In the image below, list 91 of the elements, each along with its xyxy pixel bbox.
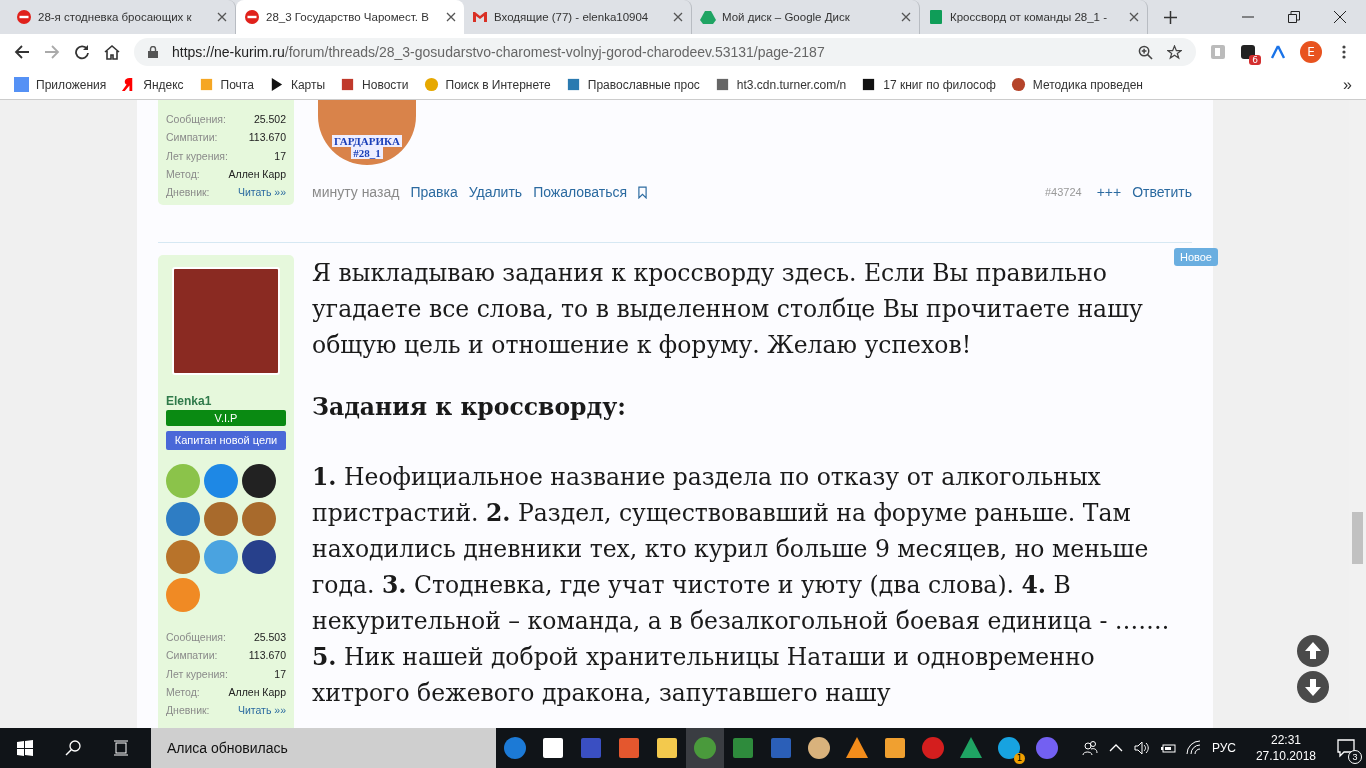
new-tab-icon[interactable] (1164, 11, 1177, 24)
bookmark[interactable]: Православные прос (565, 77, 700, 92)
tab-title: 28_3 Государство Чаромест. В (266, 11, 430, 23)
stat-value: Аллен Карр (228, 684, 286, 700)
tab-title: Входящие (77) - elenka10904 (494, 11, 650, 23)
post-action-link[interactable]: Удалить (468, 184, 523, 200)
bookmark[interactable]: Методика проведен (1010, 77, 1143, 92)
stat-value: 25.503 (253, 630, 286, 645)
stat-label: Лет курения: (166, 148, 228, 164)
wifi-icon[interactable] (1185, 740, 1202, 756)
stat-label: Сообщения: (166, 630, 226, 645)
bookmark[interactable]: Почта (198, 77, 254, 92)
no-entry-icon (16, 9, 32, 25)
username[interactable]: Elenka1 (166, 394, 286, 408)
logo-text: #28_1 (351, 147, 383, 159)
more-bookmarks-button[interactable]: » (1343, 75, 1352, 94)
post-action-link[interactable]: Правка (410, 184, 458, 200)
new-badge: Новое (1173, 248, 1218, 266)
stat-label: Лет курения: (166, 666, 228, 682)
search-field[interactable]: Алиса обновилась (151, 728, 496, 768)
windows-start-icon[interactable] (17, 740, 33, 756)
post-time: минуту назад (312, 184, 400, 200)
stat-value: 113.670 (248, 130, 286, 146)
stat-label: Симпатии: (166, 648, 218, 664)
stat-label: Метод: (166, 166, 200, 182)
post-number: #43724 (1044, 186, 1082, 198)
post-action-link[interactable]: Пожаловаться (533, 184, 628, 200)
post-heading: Задания к кроссворду: (312, 392, 627, 423)
close-icon[interactable] (1129, 12, 1139, 22)
post-paragraph: 1. Неофициальное название раздела по отказу от алкогольных пристрастий. 2. Раздел, существовавший на форуме раньше. Там находились дневники тех, кто курил больше 9 месяцев, но меньше года. 3. Стодневка, где учат чистоте и уюту (два слова). 4. В некурительной – команда, а в безалкогольной боевая единица - ……. 5. Ник нашей доброй хранительницы Наташи и одновременно хитрого бежевого дракона, запутавшего нашу (312, 462, 1171, 709)
post-paragraph: Я выкладываю задания к кроссворду здесь. Если Вы правильно угадаете все слова, то в выделенном столбце Вы прочитаете нашу общую цель и отношение к форуму. Желаю успехов! (312, 258, 1144, 361)
stat-value: 113.670 (248, 648, 286, 664)
stat-value: 17 (274, 666, 286, 682)
browser-tab[interactable]: 28_3 Государство Чаромест. В (236, 0, 464, 34)
award-icon[interactable] (242, 464, 276, 498)
tab-title: Кроссворд от команды 28_1 - (950, 11, 1108, 23)
tab-title: Мой диск – Google Диск (722, 11, 851, 23)
notification-count: 3 (1348, 750, 1362, 764)
bookmark[interactable]: 17 книг по философ (861, 77, 996, 92)
award-icon[interactable] (242, 540, 276, 574)
diary-link[interactable]: Читать »» (237, 701, 286, 720)
bookmark[interactable]: Поиск в Интернете (423, 77, 551, 92)
close-icon[interactable] (217, 12, 227, 22)
home-icon[interactable] (104, 44, 120, 60)
restore-icon[interactable] (1288, 11, 1300, 23)
notification-badge: 1 (1014, 753, 1025, 764)
bookmark[interactable]: ht3.cdn.turner.com/n (714, 77, 847, 92)
tab-title: 28-я стодневка бросающих к (38, 11, 193, 23)
close-icon[interactable] (673, 12, 683, 22)
rank-label: V.I.P (166, 410, 286, 426)
bookmark[interactable]: Новости (340, 77, 409, 92)
lock-icon (148, 46, 158, 58)
logo-text: ГАРДАРИКА (332, 135, 402, 147)
plus-link[interactable]: +++ (1096, 184, 1122, 200)
bookmark-icon[interactable] (638, 185, 648, 199)
bookmark[interactable]: Карты (268, 77, 326, 92)
stat-label: Метод: (166, 684, 200, 700)
address-bar[interactable]: https://ne-kurim.ru/forum/threads/28_3-gosudarstvo-charomest-volnyj-gorod-charodeev.53131/page-2187 (134, 38, 1196, 66)
no-entry-icon (244, 9, 260, 25)
close-icon[interactable] (1334, 11, 1346, 23)
star-icon[interactable] (1167, 44, 1182, 60)
reply-link[interactable]: Ответить (1132, 184, 1192, 200)
avatar-photo-placeholder[interactable] (172, 267, 280, 375)
notification-icon[interactable] (1336, 738, 1356, 758)
search-icon[interactable] (65, 740, 81, 756)
bookmark[interactable]: Приложения (14, 77, 107, 92)
url-text: https://ne-kurim.ru/forum/threads/28_3-gosudarstvo-charomest-volnyj-gorod-charodeev.53131/page-2187 (172, 44, 826, 60)
scroll-down-button[interactable] (1297, 671, 1329, 703)
speaker-icon[interactable] (1133, 740, 1150, 756)
stat-label: Дневник: (166, 703, 210, 719)
user-title-label: Капитан новой цели (166, 431, 286, 450)
language-indicator[interactable]: РУС (1211, 741, 1236, 755)
diary-link[interactable]: Читать »» (237, 183, 286, 202)
notification-badge: 6 (1249, 55, 1261, 65)
stat-value: 25.502 (253, 112, 286, 127)
stat-label: Дневник: (166, 185, 210, 201)
people-icon[interactable] (1081, 740, 1098, 756)
back-icon[interactable] (14, 44, 30, 60)
reload-icon[interactable] (74, 44, 90, 60)
stat-label: Симпатии: (166, 130, 218, 146)
bookmark[interactable]: Яндекс (121, 77, 184, 92)
stat-label: Сообщения: (166, 112, 226, 127)
clock[interactable]: 22:31 27.10.2018 (1255, 732, 1316, 764)
close-icon[interactable] (901, 12, 911, 22)
zoom-icon[interactable] (1138, 44, 1153, 60)
stat-value: Аллен Карр (228, 166, 286, 182)
close-icon[interactable] (446, 12, 456, 22)
stat-value: 17 (274, 148, 286, 164)
profile-avatar[interactable]: E (1300, 41, 1322, 63)
task-view-icon[interactable] (113, 740, 129, 756)
scroll-up-button[interactable] (1297, 635, 1329, 667)
